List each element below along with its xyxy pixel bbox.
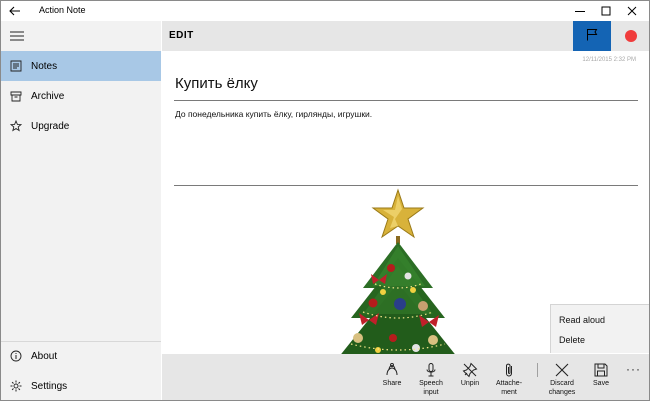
flag-button[interactable] bbox=[573, 21, 611, 51]
back-arrow-icon[interactable] bbox=[7, 3, 23, 19]
read-aloud-menu-item[interactable]: Read aloud bbox=[559, 315, 605, 325]
sidebar-item-notes[interactable]: Notes bbox=[1, 51, 161, 81]
notes-icon bbox=[1, 60, 31, 72]
close-button[interactable] bbox=[619, 1, 645, 21]
discard-changes-button[interactable]: Discard changes bbox=[542, 354, 582, 400]
sidebar-item-about[interactable]: About bbox=[1, 341, 161, 371]
delete-menu-item[interactable]: Delete bbox=[559, 335, 585, 345]
note-body-input[interactable]: До понедельника купить ёлку, гирлянды, и… bbox=[175, 109, 372, 119]
close-x-icon bbox=[554, 362, 570, 378]
sidebar-item-archive[interactable]: Archive bbox=[1, 81, 161, 111]
archive-icon bbox=[1, 90, 31, 102]
maximize-button[interactable] bbox=[593, 1, 619, 21]
record-button[interactable] bbox=[611, 21, 649, 51]
sidebar: Notes Archive Upgrade About Settings bbox=[1, 21, 161, 400]
sidebar-item-label: Archive bbox=[31, 90, 65, 102]
window-title: Action Note bbox=[39, 5, 86, 15]
sidebar-item-label: Upgrade bbox=[31, 120, 70, 132]
unpin-icon bbox=[462, 362, 478, 378]
command-separator bbox=[537, 363, 538, 377]
sidebar-item-label: Settings bbox=[31, 380, 68, 392]
sidebar-item-settings[interactable]: Settings bbox=[1, 371, 161, 400]
share-button[interactable]: Share bbox=[372, 354, 412, 400]
sidebar-item-label: About bbox=[31, 350, 58, 362]
floppy-disk-icon bbox=[593, 362, 609, 378]
page-header: EDIT bbox=[162, 21, 649, 51]
hamburger-menu-icon[interactable] bbox=[1, 21, 33, 51]
attachment-button[interactable]: Attache-ment bbox=[489, 354, 529, 400]
note-title-input[interactable]: Купить ёлку bbox=[175, 75, 258, 92]
paperclip-icon bbox=[501, 362, 517, 378]
flag-icon bbox=[586, 28, 598, 44]
command-bar: Share Speechinput Unpin Attache-ment Di bbox=[162, 354, 649, 400]
save-label: Save bbox=[593, 380, 609, 387]
note-timestamp: 12/11/2015 2:32 PM bbox=[582, 57, 636, 63]
save-button[interactable]: Save bbox=[581, 354, 621, 400]
more-options-icon[interactable]: ··· bbox=[626, 362, 641, 376]
speech-input-button[interactable]: Speech input bbox=[411, 354, 451, 400]
context-menu: Read aloud Delete bbox=[550, 304, 649, 353]
page-title: EDIT bbox=[169, 30, 194, 41]
attachment-label: Attache-ment bbox=[495, 380, 523, 396]
minimize-button[interactable] bbox=[567, 1, 593, 21]
gear-icon bbox=[1, 380, 31, 392]
title-bar: Action Note bbox=[1, 1, 649, 21]
info-icon bbox=[1, 350, 31, 362]
christmas-tree-image bbox=[341, 188, 455, 354]
sidebar-item-label: Notes bbox=[31, 60, 58, 72]
unpin-button[interactable]: Unpin bbox=[450, 354, 490, 400]
record-icon bbox=[624, 30, 637, 42]
sidebar-item-upgrade[interactable]: Upgrade bbox=[1, 111, 161, 141]
app-window: Action Note Notes Archive Upgrade About … bbox=[0, 0, 650, 401]
microphone-icon bbox=[423, 362, 439, 378]
title-underline bbox=[174, 100, 638, 101]
star-icon bbox=[1, 120, 31, 132]
body-underline bbox=[174, 185, 638, 186]
share-icon bbox=[384, 362, 400, 378]
